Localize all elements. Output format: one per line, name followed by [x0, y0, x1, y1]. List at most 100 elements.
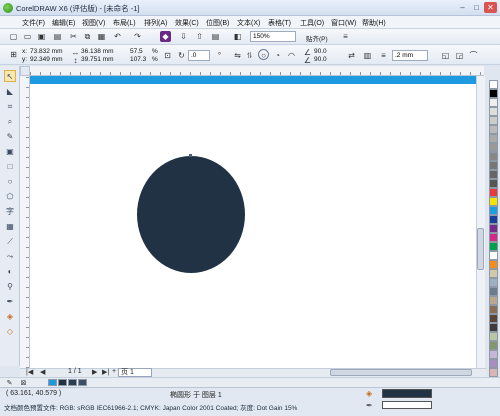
color-profile-info[interactable]: 文档颜色预置文件: RGB: sRGB IEC61966-2.1; CMYK: … [4, 402, 297, 412]
palette-swatch[interactable] [489, 341, 498, 350]
crop-tool-icon[interactable]: ⌗ [4, 101, 16, 113]
rectangle-tool-icon[interactable]: □ [4, 161, 16, 173]
blue-rectangle-shape[interactable] [30, 76, 484, 84]
freehand-tool-icon[interactable]: ✎ [4, 131, 16, 143]
ellipse-mode-icon[interactable]: ○ [258, 49, 269, 60]
snap-to-label[interactable]: 贴齐(P) [306, 33, 328, 43]
mirror-horizontal-icon[interactable]: ⇋ [232, 50, 243, 61]
width-field[interactable]: 36.138 mm [81, 48, 114, 55]
minimize-button[interactable]: – [456, 2, 469, 13]
pie-mode-icon[interactable]: ◔ [272, 50, 283, 61]
copy-icon[interactable]: ⧉ [82, 31, 93, 42]
palette-swatch[interactable] [489, 179, 498, 188]
palette-swatch[interactable] [489, 206, 498, 215]
end-angle-field[interactable]: 90.0 [314, 56, 327, 63]
search-content-icon[interactable]: ◆ [160, 31, 171, 42]
maximize-button[interactable]: □ [470, 2, 483, 13]
horizontal-scrollbar-thumb[interactable] [330, 369, 472, 376]
palette-swatch[interactable] [489, 332, 498, 341]
redo-icon[interactable]: ↷ [132, 31, 143, 42]
palette-swatch[interactable] [489, 260, 498, 269]
new-document-icon[interactable]: ▢ [8, 31, 19, 42]
first-page-button[interactable]: |◀ [26, 368, 33, 376]
menu-edit[interactable]: 编辑(E) [52, 18, 75, 28]
outline-width-field[interactable]: .2 mm [392, 50, 428, 61]
vertical-ruler[interactable] [20, 76, 30, 368]
palette-swatch[interactable] [489, 143, 498, 152]
menu-file[interactable]: 文件(F) [22, 18, 45, 28]
palette-swatch[interactable] [489, 170, 498, 179]
polygon-tool-icon[interactable]: ⬠ [4, 191, 16, 203]
change-direction-icon[interactable]: ⇄ [346, 50, 357, 61]
zoom-tool-icon[interactable]: ⌕ [4, 116, 16, 128]
document-palette-swatch[interactable] [48, 379, 57, 386]
interactive-fill-icon[interactable]: ◇ [4, 326, 16, 338]
ellipse-tool-icon[interactable]: ○ [4, 176, 16, 188]
connector-tool-icon[interactable]: ⤳ [4, 251, 16, 263]
add-page-button[interactable]: + [112, 368, 116, 375]
start-angle-field[interactable]: 90.0 [314, 48, 327, 55]
palette-swatch[interactable] [489, 296, 498, 305]
palette-swatch[interactable] [489, 278, 498, 287]
wrap-text-icon[interactable]: ▥ [362, 50, 373, 61]
zoom-level-field[interactable]: 150% [250, 31, 296, 42]
document-palette-swatch[interactable] [78, 379, 87, 386]
export-icon[interactable]: ⇧ [194, 31, 205, 42]
ellipse-node-handle[interactable] [189, 154, 192, 157]
mirror-vertical-icon[interactable]: ⥮ [244, 50, 255, 61]
smart-fill-icon[interactable]: ▣ [4, 146, 16, 158]
palette-swatch[interactable] [489, 224, 498, 233]
cut-icon[interactable]: ✂ [68, 31, 79, 42]
palette-swatch[interactable] [489, 359, 498, 368]
y-position-field[interactable]: 92.349 mm [30, 56, 63, 63]
text-tool-icon[interactable]: 字 [4, 206, 16, 218]
menu-bitmaps[interactable]: 位图(B) [206, 18, 229, 28]
palette-swatch[interactable] [489, 323, 498, 332]
arc-mode-icon[interactable]: ◠ [286, 50, 297, 61]
menu-effects[interactable]: 效果(C) [175, 18, 199, 28]
vertical-scrollbar[interactable] [476, 76, 485, 368]
print-icon[interactable]: ▤ [52, 31, 63, 42]
palette-swatch[interactable] [489, 134, 498, 143]
close-button[interactable]: ✕ [484, 2, 497, 13]
application-launcher-icon[interactable]: ◧ [232, 31, 243, 42]
scale-y-field[interactable]: 107.3 [130, 56, 146, 63]
palette-swatch[interactable] [489, 305, 498, 314]
publish-pdf-icon[interactable]: ▤ [210, 31, 221, 42]
open-icon[interactable]: ▭ [22, 31, 33, 42]
palette-swatch[interactable] [489, 269, 498, 278]
fill-color-indicator[interactable] [382, 389, 432, 398]
palette-swatch[interactable] [489, 152, 498, 161]
outline-pen-icon[interactable]: ✒ [4, 296, 16, 308]
palette-swatch[interactable] [489, 125, 498, 134]
vertical-scrollbar-thumb[interactable] [477, 228, 484, 270]
menu-table[interactable]: 表格(T) [268, 18, 291, 28]
height-field[interactable]: 39.751 mm [81, 56, 114, 63]
menu-help[interactable]: 帮助(H) [362, 18, 386, 28]
lock-ratio-icon[interactable]: ⊡ [162, 50, 173, 61]
pick-tool-icon[interactable]: ↖ [4, 70, 16, 82]
shape-tool-icon[interactable]: ◣ [4, 86, 16, 98]
menu-view[interactable]: 视图(V) [82, 18, 105, 28]
undo-icon[interactable]: ↶ [112, 31, 123, 42]
menu-text[interactable]: 文本(X) [237, 18, 260, 28]
menu-layout[interactable]: 布局(L) [113, 18, 136, 28]
rotation-field[interactable]: .0 [188, 50, 210, 61]
palette-swatch[interactable] [489, 188, 498, 197]
palette-swatch[interactable] [489, 233, 498, 242]
blend-tool-icon[interactable]: ◐ [4, 266, 16, 278]
import-icon[interactable]: ⇩ [178, 31, 189, 42]
page-tab[interactable]: 页 1 [118, 368, 152, 377]
next-page-button[interactable]: ▶ [92, 368, 97, 376]
paste-icon[interactable]: ▦ [96, 31, 107, 42]
last-page-button[interactable]: ▶| [102, 368, 109, 376]
palette-swatch[interactable] [489, 215, 498, 224]
to-back-icon[interactable]: ◲ [454, 50, 465, 61]
outline-color-indicator[interactable] [382, 401, 432, 409]
horizontal-ruler[interactable] [30, 66, 484, 76]
menu-window[interactable]: 窗口(W) [331, 18, 356, 28]
x-position-field[interactable]: 73.832 mm [30, 48, 63, 55]
palette-swatch[interactable] [489, 107, 498, 116]
drawing-canvas[interactable] [30, 76, 484, 368]
ruler-origin[interactable] [20, 66, 30, 76]
